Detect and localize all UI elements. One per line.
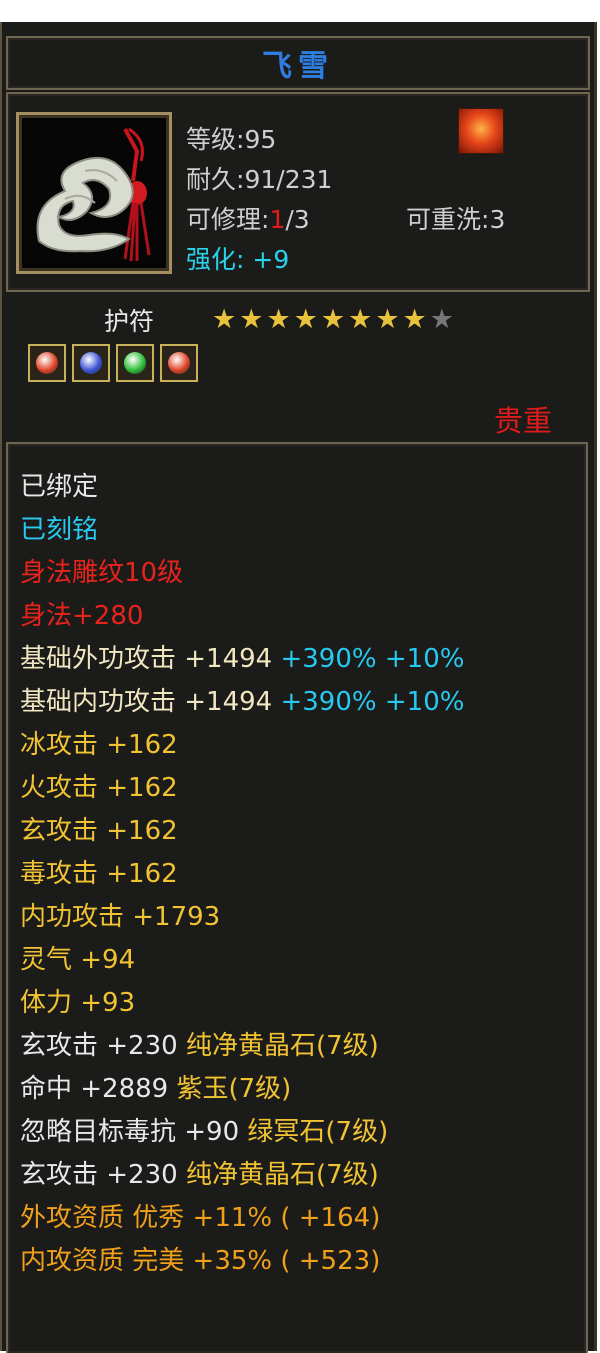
repair-total: /3 xyxy=(285,205,310,234)
attribute-extra: +390% +10% xyxy=(272,644,465,674)
gem-slots xyxy=(28,344,198,382)
attribute-line: 已绑定 xyxy=(20,466,464,509)
star-filled-icon: ★ xyxy=(320,304,346,335)
star-filled-icon: ★ xyxy=(402,304,427,335)
attribute-text: 命中 +2889 xyxy=(20,1074,169,1104)
attribute-line: 灵气 +94 xyxy=(20,939,464,982)
star-empty-icon: ★ xyxy=(429,304,454,335)
fire-emblem-icon xyxy=(458,108,504,154)
item-type: 护符 xyxy=(104,307,155,336)
star-filled-icon: ★ xyxy=(266,304,291,335)
attribute-line: 冰攻击 +162 xyxy=(20,724,464,767)
attribute-text: 毒攻击 +162 xyxy=(20,859,178,889)
gem-stone xyxy=(124,352,146,374)
attribute-line: 忽略目标毒抗 +90 绿冥石(7级) xyxy=(20,1111,464,1154)
attribute-line: 命中 +2889 紫玉(7级) xyxy=(20,1068,464,1111)
repair-stat: 可修理:1/3 xyxy=(186,205,310,234)
attribute-line: 玄攻击 +230 纯净黄晶石(7级) xyxy=(20,1154,464,1197)
jade-pendant-icon xyxy=(25,121,163,265)
attribute-line: 玄攻击 +230 纯净黄晶石(7级) xyxy=(20,1025,464,1068)
attribute-line: 基础内功攻击 +1494 +390% +10% xyxy=(20,681,464,724)
attribute-line: 已刻铭 xyxy=(20,509,464,552)
attribute-extra: 紫玉(7级) xyxy=(168,1074,292,1104)
enhance-value: +9 xyxy=(252,245,290,274)
attribute-line: 内攻资质 完美 +35% ( +523) xyxy=(20,1240,464,1283)
blue-gem-icon[interactable] xyxy=(72,344,110,382)
item-icon-frame[interactable] xyxy=(16,112,172,274)
attribute-text: 内攻资质 完美 +35% ( +523) xyxy=(20,1246,381,1276)
attribute-text: 冰攻击 +162 xyxy=(20,730,178,760)
durability-label: 耐久 xyxy=(186,165,237,194)
enhance-label: 强化 xyxy=(186,245,237,274)
item-type-section: 护符 ★ ★ ★ ★ ★ ★ ★ ★ ★ 贵重 xyxy=(2,294,594,438)
red-gem-icon[interactable] xyxy=(160,344,198,382)
attribute-line: 外攻资质 优秀 +11% ( +164) xyxy=(20,1197,464,1240)
attribute-text: 身法雕纹10级 xyxy=(20,558,184,588)
attribute-line: 基础外功攻击 +1494 +390% +10% xyxy=(20,638,464,681)
item-tooltip-panel: 飞雪 等级:95 耐久:91/231 可修理:1/3 可重洗:3 强化: +9 … xyxy=(0,22,597,1353)
gem-stone xyxy=(36,352,58,374)
attribute-text: 身法+280 xyxy=(20,601,144,631)
attribute-extra: 纯净黄晶石(7级) xyxy=(177,1031,379,1061)
attribute-line: 体力 +93 xyxy=(20,982,464,1025)
star-filled-icon: ★ xyxy=(293,304,318,335)
attribute-text: 已绑定 xyxy=(20,472,99,502)
attribute-text: 外攻资质 优秀 +11% ( +164) xyxy=(20,1203,381,1233)
attribute-extra: 纯净黄晶石(7级) xyxy=(177,1160,379,1190)
attribute-text: 玄攻击 +162 xyxy=(20,816,178,846)
level-stat: 等级:95 xyxy=(186,125,277,154)
attribute-extra: +390% +10% xyxy=(272,687,465,717)
durability-stat: 耐久:91/231 xyxy=(186,165,333,194)
star-rating: ★ ★ ★ ★ ★ ★ ★ ★ ★ xyxy=(212,306,454,333)
attribute-text: 内功攻击 +1793 xyxy=(20,902,221,932)
attribute-line: 火攻击 +162 xyxy=(20,767,464,810)
level-value: 95 xyxy=(244,125,277,154)
attribute-line: 毒攻击 +162 xyxy=(20,853,464,896)
attribute-box: 已绑定已刻铭身法雕纹10级 身法+280 基础外功攻击 +1494 +390% +1… xyxy=(6,442,588,1353)
repair-label: 可修理 xyxy=(186,205,262,234)
gem-stone xyxy=(168,352,190,374)
attribute-text: 基础内功攻击 +1494 xyxy=(20,687,273,717)
item-info-box: 等级:95 耐久:91/231 可修理:1/3 可重洗:3 强化: +9 xyxy=(6,92,590,292)
red-gem-icon[interactable] xyxy=(28,344,66,382)
level-label: 等级 xyxy=(186,125,237,154)
attribute-line: 玄攻击 +162 xyxy=(20,810,464,853)
attribute-line: 内功攻击 +1793 xyxy=(20,896,464,939)
attribute-line: 身法雕纹10级 xyxy=(20,552,464,595)
attribute-text: 体力 +93 xyxy=(20,988,136,1018)
green-gem-icon[interactable] xyxy=(116,344,154,382)
star-filled-icon: ★ xyxy=(239,304,264,335)
reroll-stat: 可重洗:3 xyxy=(406,205,506,234)
enhance-stat: 强化: +9 xyxy=(186,245,290,274)
star-filled-icon: ★ xyxy=(375,304,400,335)
star-filled-icon: ★ xyxy=(348,304,373,335)
durability-value: 91/231 xyxy=(244,165,333,194)
attribute-text: 灵气 +94 xyxy=(20,945,136,975)
attribute-list: 已绑定已刻铭身法雕纹10级 身法+280 基础外功攻击 +1494 +390% +1… xyxy=(20,466,464,1283)
attribute-extra: 绿冥石(7级) xyxy=(239,1117,389,1147)
item-name: 飞雪 xyxy=(262,49,334,84)
attribute-text: 基础外功攻击 +1494 xyxy=(20,644,273,674)
rarity-label: 贵重 xyxy=(493,404,552,438)
attribute-text: 玄攻击 +230 xyxy=(20,1160,178,1190)
attribute-text: 已刻铭 xyxy=(20,515,99,545)
gem-stone xyxy=(80,352,102,374)
title-bar: 飞雪 xyxy=(6,36,590,90)
attribute-text: 忽略目标毒抗 +90 xyxy=(20,1117,240,1147)
attribute-text: 玄攻击 +230 xyxy=(20,1031,178,1061)
star-filled-icon: ★ xyxy=(212,304,237,335)
attribute-line: 身法+280 xyxy=(20,595,464,638)
reroll-label: 可重洗 xyxy=(406,205,482,234)
reroll-value: 3 xyxy=(489,205,506,234)
attribute-text: 火攻击 +162 xyxy=(20,773,178,803)
repair-used: 1 xyxy=(269,205,286,234)
